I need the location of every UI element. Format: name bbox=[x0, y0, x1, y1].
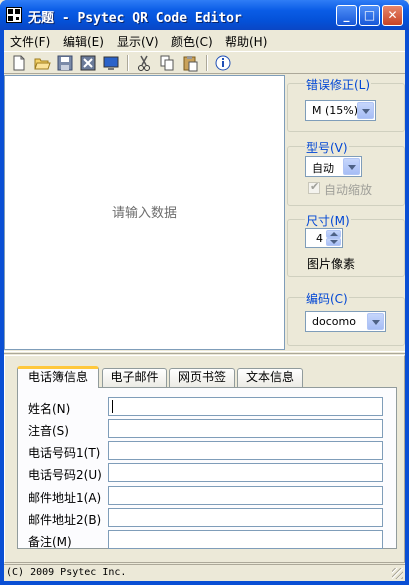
email1-label: 邮件地址1(A) bbox=[28, 491, 102, 505]
toolbar-separator bbox=[206, 55, 208, 71]
splitter[interactable] bbox=[4, 351, 405, 354]
email2-label: 邮件地址2(B) bbox=[28, 513, 102, 527]
auto-shrink-checkbox: 自动缩放 bbox=[308, 180, 373, 198]
encoding-label: 编码(C) bbox=[305, 290, 349, 307]
auto-shrink-label: 自动缩放 bbox=[324, 183, 373, 197]
phone1-field[interactable] bbox=[108, 441, 383, 460]
copy-icon[interactable] bbox=[158, 54, 176, 72]
toolbar-separator bbox=[127, 55, 129, 71]
app-window: 无题 - Psytec QR Code Editor _ □ ✕ 文件(F) 编… bbox=[0, 0, 409, 585]
minimize-button[interactable]: _ bbox=[336, 5, 357, 26]
cut-icon[interactable] bbox=[135, 54, 153, 72]
error-correction-group: 错误修正(L) M (15%) bbox=[287, 76, 405, 132]
new-icon[interactable] bbox=[10, 54, 28, 72]
tab-phonebook[interactable]: 电话簿信息 bbox=[17, 366, 99, 388]
resize-grip[interactable] bbox=[392, 568, 403, 579]
display-icon[interactable] bbox=[102, 54, 120, 72]
maximize-button[interactable]: □ bbox=[359, 5, 380, 26]
save-icon[interactable] bbox=[56, 54, 74, 72]
menu-view[interactable]: 显示(V) bbox=[117, 33, 159, 50]
chevron-down-icon bbox=[357, 102, 374, 119]
model-label: 型号(V) bbox=[305, 139, 349, 156]
name-label: 姓名(N) bbox=[28, 402, 71, 416]
title-bar[interactable]: 无题 - Psytec QR Code Editor _ □ ✕ bbox=[0, 0, 409, 30]
menu-color[interactable]: 颜色(C) bbox=[171, 33, 213, 50]
encoding-group: 编码(C) docomo bbox=[287, 290, 405, 346]
form-row-phone1: 电话号码1(T) bbox=[18, 441, 398, 461]
error-correction-label: 错误修正(L) bbox=[305, 76, 372, 93]
form-row-memo: 备注(M) bbox=[18, 530, 398, 550]
memo-field[interactable] bbox=[108, 530, 383, 549]
save-image-icon[interactable] bbox=[79, 54, 97, 72]
reading-field[interactable] bbox=[108, 419, 383, 438]
copyright-text: (C) 2009 Psytec Inc. bbox=[6, 567, 127, 578]
paste-icon[interactable] bbox=[181, 54, 199, 72]
preview-placeholder: 请输入数据 bbox=[111, 206, 177, 221]
menu-bar: 文件(F) 编辑(E) 显示(V) 颜色(C) 帮助(H) bbox=[4, 30, 405, 49]
text-caret bbox=[112, 400, 113, 413]
phone2-label: 电话号码2(U) bbox=[28, 468, 102, 482]
form-row-name: 姓名(N) bbox=[18, 397, 398, 417]
window-title: 无题 - Psytec QR Code Editor bbox=[28, 11, 242, 26]
stepper-up-icon[interactable] bbox=[326, 230, 341, 238]
phone1-label: 电话号码1(T) bbox=[28, 446, 101, 460]
reading-label: 注音(S) bbox=[28, 424, 69, 438]
info-icon[interactable] bbox=[214, 54, 232, 72]
form-row-email1: 邮件地址1(A) bbox=[18, 486, 398, 506]
menu-edit[interactable]: 编辑(E) bbox=[63, 33, 104, 50]
email1-field[interactable] bbox=[108, 486, 383, 505]
size-unit-label: 图片像素 bbox=[307, 257, 356, 271]
size-label: 尺寸(M) bbox=[305, 212, 351, 229]
memo-label: 备注(M) bbox=[28, 535, 72, 549]
form-row-email2: 邮件地址2(B) bbox=[18, 508, 398, 528]
phone2-field[interactable] bbox=[108, 463, 383, 482]
error-correction-select[interactable]: M (15%) bbox=[305, 100, 376, 121]
tab-bookmark[interactable]: 网页书签 bbox=[169, 368, 235, 387]
model-group: 型号(V) 自动 自动缩放 bbox=[287, 139, 405, 206]
qr-preview-area: 请输入数据 bbox=[4, 75, 285, 350]
chevron-down-icon bbox=[367, 313, 384, 330]
size-group: 尺寸(M) 4 图片像素 bbox=[287, 212, 405, 277]
status-bar: (C) 2009 Psytec Inc. bbox=[4, 564, 405, 581]
open-icon[interactable] bbox=[33, 54, 51, 72]
settings-panel: 错误修正(L) M (15%) 型号(V) 自动 自动缩放 尺寸(M) 4 bbox=[287, 75, 405, 350]
check-icon bbox=[308, 180, 320, 194]
data-entry-panel: 电话簿信息 电子邮件 网页书签 文本信息 姓名(N) 注音(S) 电话号码1(T… bbox=[4, 355, 405, 563]
tab-text[interactable]: 文本信息 bbox=[237, 368, 303, 387]
tab-email[interactable]: 电子邮件 bbox=[102, 368, 167, 387]
toolbar bbox=[4, 51, 405, 74]
chevron-down-icon bbox=[343, 158, 360, 175]
menu-help[interactable]: 帮助(H) bbox=[225, 33, 267, 50]
qr-app-icon bbox=[6, 7, 22, 23]
form-row-phone2: 电话号码2(U) bbox=[18, 463, 398, 483]
form-row-reading: 注音(S) bbox=[18, 419, 398, 439]
menu-file[interactable]: 文件(F) bbox=[10, 33, 50, 50]
model-select[interactable]: 自动 bbox=[305, 156, 362, 177]
close-button[interactable]: ✕ bbox=[382, 5, 403, 26]
name-field[interactable] bbox=[108, 397, 383, 416]
encoding-select[interactable]: docomo bbox=[305, 311, 386, 332]
phonebook-form: 姓名(N) 注音(S) 电话号码1(T) 电话号码2(U) 邮件地址1(A) 邮… bbox=[17, 387, 397, 549]
size-stepper[interactable]: 4 bbox=[305, 228, 343, 248]
email2-field[interactable] bbox=[108, 508, 383, 527]
stepper-down-icon[interactable] bbox=[326, 238, 341, 246]
client-area: 文件(F) 编辑(E) 显示(V) 颜色(C) 帮助(H) 请输入数据 错误修正… bbox=[4, 30, 405, 581]
